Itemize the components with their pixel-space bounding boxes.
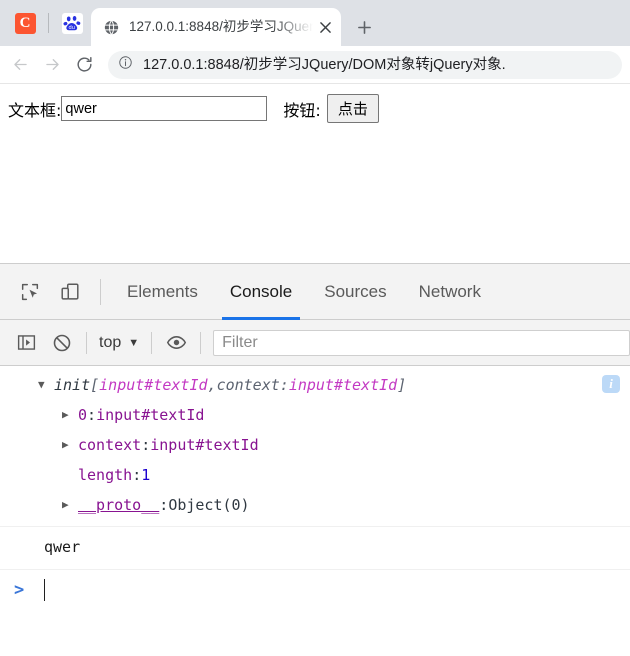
tab-title: 127.0.0.1:8848/初步学习JQuery	[129, 19, 313, 34]
console-toolbar-divider-1	[86, 331, 87, 354]
prompt-caret-icon: >	[14, 580, 25, 600]
object-close-bracket: ]	[397, 376, 407, 394]
forward-button[interactable]	[36, 49, 68, 81]
no-chevron-spacer: ▶	[62, 460, 78, 490]
chevron-down-icon: ▼	[128, 336, 140, 349]
back-button[interactable]	[4, 49, 36, 81]
baidu-paw-icon: du	[61, 12, 83, 34]
browser-toolbar: 127.0.0.1:8848/初步学习JQuery/DOM对象转jQuery对象…	[0, 46, 630, 84]
console-property-row[interactable]: ▶ __proto__ : Object(0)	[0, 490, 630, 520]
page-viewport: 文本框: 按钮: 点击	[0, 84, 630, 263]
svg-text:du: du	[68, 25, 75, 31]
property-key: length	[78, 466, 133, 484]
text-cursor	[44, 579, 45, 601]
baidu-extension-icon[interactable]: du	[61, 12, 83, 34]
csdn-extension-icon[interactable]: C	[14, 12, 36, 34]
tab-console[interactable]: Console	[214, 264, 308, 320]
csdn-logo-label: C	[14, 12, 36, 34]
object-context-key: context:	[216, 376, 289, 394]
property-key: context	[78, 436, 142, 454]
console-message-object: ▼ init [ input#textId , context: input#t…	[0, 366, 630, 527]
chevron-right-icon[interactable]: ▶	[62, 490, 78, 520]
page-form-row: 文本框: 按钮: 点击	[8, 94, 622, 123]
browser-window: C du 127.0.0.1:8848/初步学习JQuery 127.0.0.1…	[0, 0, 630, 656]
console-object-header[interactable]: ▼ init [ input#textId , context: input#t…	[0, 370, 630, 400]
object-separator: ,	[207, 376, 217, 394]
console-output: ▼ init [ input#textId , context: input#t…	[0, 366, 630, 656]
console-prompt[interactable]: >	[0, 570, 630, 610]
tab-network[interactable]: Network	[403, 264, 497, 320]
property-key: 0	[78, 406, 88, 424]
text-input[interactable]	[61, 96, 268, 121]
tab-sources[interactable]: Sources	[308, 264, 402, 320]
property-value: 1	[141, 466, 151, 484]
object-constructor-name: init	[54, 376, 91, 394]
devtools-toolbar-divider	[100, 278, 101, 305]
live-expression-eye-icon[interactable]	[158, 325, 194, 361]
property-value: input#textId	[96, 406, 205, 424]
devtools-tabbar: Elements Console Sources Network	[0, 264, 630, 320]
property-colon: :	[87, 406, 97, 424]
tab-sources-label: Sources	[324, 281, 387, 301]
extension-icons: C du	[6, 0, 87, 46]
chevron-down-icon[interactable]: ▼	[38, 370, 54, 400]
console-context-selector[interactable]: top ▼	[93, 334, 145, 352]
globe-icon	[103, 19, 120, 36]
address-bar-url: 127.0.0.1:8848/初步学习JQuery/DOM对象转jQuery对象…	[143, 56, 506, 73]
property-value: input#textId	[150, 436, 259, 454]
device-toolbar-icon[interactable]	[50, 272, 90, 312]
address-bar[interactable]: 127.0.0.1:8848/初步学习JQuery/DOM对象转jQuery对象…	[108, 50, 622, 79]
console-property-row: ▶ length : 1	[0, 460, 630, 490]
console-toolbar-divider-3	[200, 331, 202, 354]
info-circle-icon[interactable]	[118, 55, 134, 75]
info-icon[interactable]: i	[602, 375, 620, 393]
property-key: __proto__	[78, 496, 160, 514]
chevron-right-icon[interactable]: ▶	[62, 430, 78, 460]
button-label: 按钮:	[283, 100, 321, 120]
tab-console-label: Console	[229, 281, 293, 301]
console-text-value: qwer	[44, 538, 81, 556]
tab-close-icon[interactable]	[313, 15, 337, 39]
tab-network-label: Network	[418, 281, 481, 301]
console-context-label: top	[99, 333, 122, 351]
property-colon: :	[132, 466, 142, 484]
extension-divider	[48, 13, 49, 33]
tab-strip: C du 127.0.0.1:8848/初步学习JQuery	[0, 0, 630, 46]
property-colon: :	[159, 496, 169, 514]
console-message-text: qwer	[0, 527, 630, 570]
browser-tab[interactable]: 127.0.0.1:8848/初步学习JQuery	[91, 8, 341, 46]
object-context-node: input#textId	[288, 376, 398, 394]
console-filter-placeholder: Filter	[222, 333, 258, 351]
property-value: Object(0)	[168, 496, 250, 514]
object-open-bracket: [	[90, 376, 100, 394]
clear-console-icon[interactable]	[44, 325, 80, 361]
new-tab-button[interactable]	[349, 12, 379, 42]
console-property-row[interactable]: ▶ 0 : input#textId	[0, 400, 630, 430]
object-first-node: input#textId	[99, 376, 208, 394]
console-sidebar-icon[interactable]	[8, 325, 44, 361]
textbox-label: 文本框:	[8, 100, 62, 120]
console-toolbar-divider-2	[151, 331, 153, 354]
console-toolbar: top ▼ Filter	[0, 320, 630, 366]
devtools-panel: Elements Console Sources Network top ▼ F…	[0, 263, 630, 656]
chevron-right-icon[interactable]: ▶	[62, 400, 78, 430]
property-colon: :	[141, 436, 151, 454]
inspect-element-icon[interactable]	[10, 272, 50, 312]
tab-elements-label: Elements	[127, 281, 198, 301]
console-property-row[interactable]: ▶ context : input#textId	[0, 430, 630, 460]
click-button[interactable]: 点击	[326, 94, 379, 123]
tab-elements[interactable]: Elements	[111, 264, 214, 320]
console-filter-input[interactable]: Filter	[213, 329, 630, 356]
reload-button[interactable]	[68, 49, 100, 81]
